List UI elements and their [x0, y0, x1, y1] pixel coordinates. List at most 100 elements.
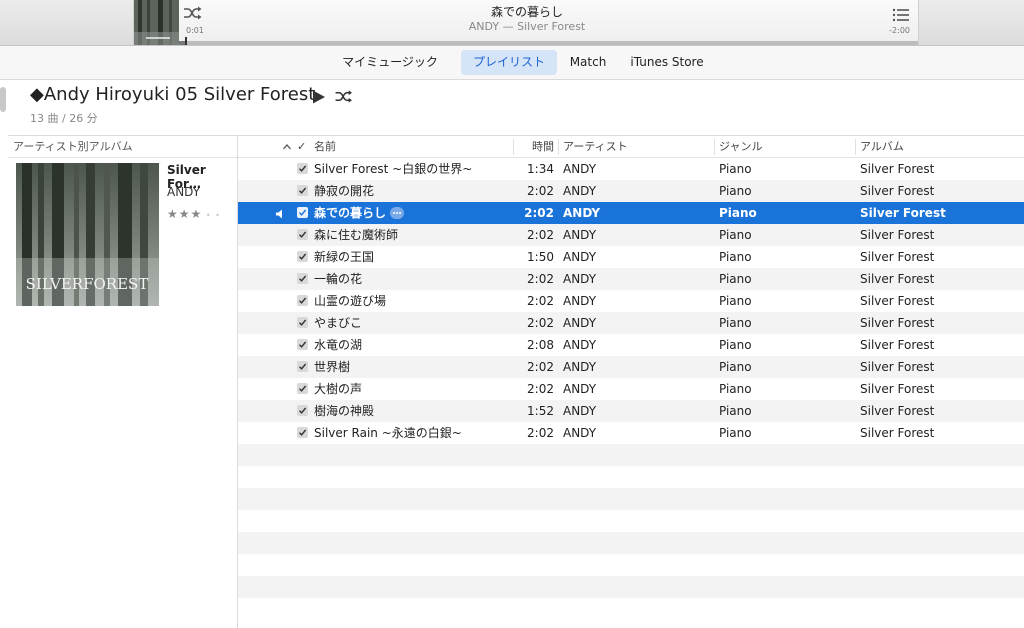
- track-album: Silver Forest: [860, 426, 935, 440]
- track-enabled-checkbox[interactable]: [297, 229, 308, 240]
- track-artist: ANDY: [563, 184, 597, 198]
- album-artwork[interactable]: SILVERFOREST: [16, 163, 159, 306]
- track-album: Silver Forest: [860, 206, 946, 220]
- column-divider: [513, 139, 514, 155]
- album-pane-header: アーティスト別アルバム: [8, 136, 237, 158]
- track-enabled-checkbox[interactable]: [297, 405, 308, 416]
- empty-row: [238, 576, 1024, 598]
- track-time: 2:02: [527, 426, 554, 440]
- track-enabled-checkbox[interactable]: [297, 207, 308, 218]
- column-album[interactable]: アルバム: [860, 136, 980, 158]
- rating-stars-empty: • •: [202, 211, 221, 220]
- track-genre: Piano: [719, 426, 752, 440]
- empty-row: [238, 532, 1024, 554]
- track-genre: Piano: [719, 228, 752, 242]
- track-artist: ANDY: [563, 360, 597, 374]
- track-time: 2:02: [527, 360, 554, 374]
- track-name-text: 水竜の湖: [314, 338, 363, 352]
- track-artist: ANDY: [563, 294, 597, 308]
- track-row[interactable]: 樹海の神殿 1:52 ANDY Piano Silver Forest: [238, 400, 1024, 422]
- empty-row: [238, 444, 1024, 466]
- speaker-icon: [275, 208, 287, 219]
- sort-chevron-up-icon[interactable]: [282, 136, 294, 158]
- track-enabled-checkbox[interactable]: [297, 317, 308, 328]
- track-album: Silver Forest: [860, 338, 935, 352]
- track-row[interactable]: Silver Forest ~白銀の世界~ 1:34 ANDY Piano Silver…: [238, 158, 1024, 180]
- track-row[interactable]: 一輪の花 2:02 ANDY Piano Silver Forest: [238, 268, 1024, 290]
- track-time: 2:02: [527, 294, 554, 308]
- track-row[interactable]: 森に住む魔術師 2:02 ANDY Piano Silver Forest: [238, 224, 1024, 246]
- track-row[interactable]: 森での暮らし 2:02 ANDY Piano Silver Forest: [238, 202, 1024, 224]
- track-time: 1:50: [527, 250, 554, 264]
- column-divider: [855, 139, 856, 155]
- track-row[interactable]: 大樹の声 2:02 ANDY Piano Silver Forest: [238, 378, 1024, 400]
- track-artist: ANDY: [563, 228, 597, 242]
- column-genre[interactable]: ジャンル: [719, 136, 839, 158]
- empty-row: [238, 466, 1024, 488]
- album-art-text: SILVERFOREST: [26, 275, 149, 293]
- play-icon[interactable]: [312, 89, 326, 104]
- more-icon[interactable]: [390, 206, 405, 219]
- track-name-text: Silver Rain ~永遠の白銀~: [314, 426, 462, 440]
- track-row[interactable]: 水竜の湖 2:08 ANDY Piano Silver Forest: [238, 334, 1024, 356]
- track-row[interactable]: 山霊の遊び場 2:02 ANDY Piano Silver Forest: [238, 290, 1024, 312]
- track-name-text: 一輪の花: [314, 272, 363, 286]
- progress-bar[interactable]: [179, 37, 918, 45]
- track-name: 世界樹: [314, 356, 510, 378]
- track-name: 一輪の花: [314, 268, 510, 290]
- track-row[interactable]: やまびこ 2:02 ANDY Piano Silver Forest: [238, 312, 1024, 334]
- track-time: 1:52: [527, 404, 554, 418]
- track-enabled-checkbox[interactable]: [297, 273, 308, 284]
- up-next-list-icon[interactable]: [892, 7, 910, 22]
- track-row[interactable]: 世界樹 2:02 ANDY Piano Silver Forest: [238, 356, 1024, 378]
- track-artist: ANDY: [563, 250, 597, 264]
- track-enabled-checkbox[interactable]: [297, 185, 308, 196]
- track-enabled-checkbox[interactable]: [297, 383, 308, 394]
- track-album: Silver Forest: [860, 184, 935, 198]
- table-header: ✓ 名前 時間 アーティスト ジャンル アルバム: [238, 136, 1024, 158]
- playlist-shuffle-icon[interactable]: [334, 89, 354, 104]
- now-playing-bar: 0:01 森での暮らし ANDY — Silver Forest -2:00: [0, 0, 1024, 46]
- column-artist[interactable]: アーティスト: [563, 136, 703, 158]
- track-row[interactable]: 新緑の王国 1:50 ANDY Piano Silver Forest: [238, 246, 1024, 268]
- column-time[interactable]: 時間: [516, 136, 554, 158]
- tab-playlists[interactable]: プレイリスト: [461, 50, 557, 75]
- column-name[interactable]: 名前: [314, 136, 494, 158]
- sidebar-scrollbar[interactable]: [0, 87, 6, 112]
- track-enabled-checkbox[interactable]: [297, 361, 308, 372]
- track-album: Silver Forest: [860, 228, 935, 242]
- track-enabled-checkbox[interactable]: [297, 163, 308, 174]
- itunes-window: 0:01 森での暮らし ANDY — Silver Forest -2:00 マ…: [0, 0, 1024, 628]
- rating-stars-filled: ★★★: [167, 207, 203, 221]
- track-name-text: やまびこ: [314, 316, 363, 330]
- track-row[interactable]: 静寂の開花 2:02 ANDY Piano Silver Forest: [238, 180, 1024, 202]
- track-time: 2:02: [527, 272, 554, 286]
- now-playing-display: 0:01 森での暮らし ANDY — Silver Forest -2:00: [133, 0, 919, 45]
- tab-my-music[interactable]: マイミュージック: [336, 50, 444, 75]
- track-time: 2:02: [527, 316, 554, 330]
- track-enabled-checkbox[interactable]: [297, 339, 308, 350]
- column-check[interactable]: ✓: [297, 136, 309, 158]
- track-artist: ANDY: [563, 206, 601, 220]
- track-name-text: 世界樹: [314, 360, 351, 374]
- now-playing-subtitle: ANDY — Silver Forest: [468, 20, 586, 33]
- album-rating[interactable]: ★★★ • •: [167, 207, 221, 221]
- track-album: Silver Forest: [860, 382, 935, 396]
- track-time: 2:02: [527, 184, 554, 198]
- track-album: Silver Forest: [860, 250, 935, 264]
- track-time: 2:08: [527, 338, 554, 352]
- track-name: Silver Rain ~永遠の白銀~: [314, 422, 510, 444]
- track-name: 樹海の神殿: [314, 400, 510, 422]
- track-name: Silver Forest ~白銀の世界~: [314, 158, 510, 180]
- track-genre: Piano: [719, 316, 752, 330]
- tab-itunes-store[interactable]: iTunes Store: [622, 50, 712, 75]
- track-row[interactable]: Silver Rain ~永遠の白銀~ 2:02 ANDY Piano Silver F…: [238, 422, 1024, 444]
- track-album: Silver Forest: [860, 316, 935, 330]
- track-enabled-checkbox[interactable]: [297, 295, 308, 306]
- tab-match[interactable]: Match: [562, 50, 614, 75]
- track-genre: Piano: [719, 404, 752, 418]
- progress-knob[interactable]: [184, 37, 187, 45]
- album-artist[interactable]: ANDY: [167, 185, 200, 199]
- track-enabled-checkbox[interactable]: [297, 251, 308, 262]
- track-enabled-checkbox[interactable]: [297, 427, 308, 438]
